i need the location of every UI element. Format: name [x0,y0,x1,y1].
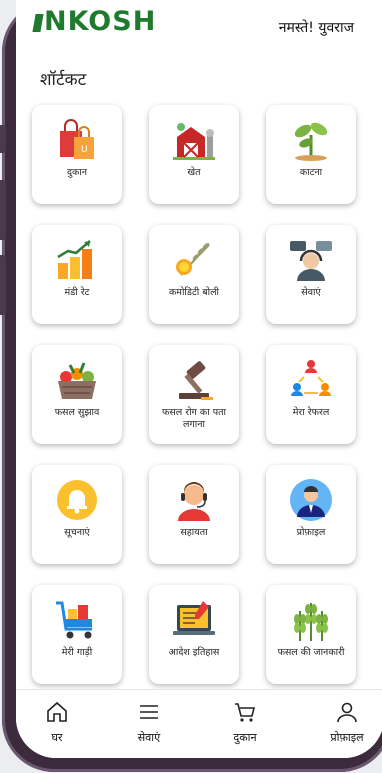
shortcut-harvest[interactable]: काटना [266,105,356,204]
volume-down-button [0,255,6,315]
shortcut-services[interactable]: सेवाएं [266,225,356,324]
user-icon [337,702,357,723]
market-rate-chart-icon [57,240,92,279]
nav-home[interactable]: घर [22,700,92,745]
nav-shop[interactable]: दुकान [210,700,280,745]
nav-services[interactable]: सेवाएं [114,700,184,745]
logo-mark-icon [32,13,44,32]
shortcut-profile[interactable]: प्रोफ़ाइल [266,465,356,564]
commodity-grain-icon [176,243,210,276]
nav-profile[interactable]: प्रोफ़ाइल [312,700,382,745]
wheat-icon [294,603,328,641]
plant-sprout-icon [294,122,328,161]
volume-up-button [0,180,6,240]
phone-frame: NKOSH नमस्ते! युवराज शॉर्टकट U दुकान खेत… [0,0,382,772]
referral-network-icon [291,360,331,396]
support-agent-icon [290,241,332,281]
shortcut-crop-suggestion[interactable]: फसल सुझाव [32,345,122,444]
shortcut-my-cart[interactable]: मेरी गाड़ी [32,585,122,684]
gavel-icon [179,361,213,400]
shortcut-commodity-bid[interactable]: कमोडिटी बोली [149,225,239,324]
profile-avatar-icon [290,479,332,521]
bell-icon [57,480,97,520]
svg-text:U: U [81,145,88,155]
shortcut-my-referral[interactable]: मेरा रेफरल [266,345,356,444]
home-icon [47,701,67,722]
shopping-bag-icon: U [60,119,94,159]
order-history-icon [173,601,215,635]
shortcut-help[interactable]: सहायता [149,465,239,564]
cart-icon [235,703,256,722]
bottom-nav: घर सेवाएं दुकान प्रोफ़ाइल [16,689,382,758]
barn-icon [173,123,215,160]
app-logo: NKOSH [32,6,156,37]
shortcut-notifications[interactable]: सूचनाएं [32,465,122,564]
shortcut-shop[interactable]: U दुकान [32,105,122,204]
shortcut-farm[interactable]: खेत [149,105,239,204]
app-screen: NKOSH नमस्ते! युवराज शॉर्टकट U दुकान खेत… [16,0,382,758]
shortcut-crop-info[interactable]: फसल की जानकारी [266,585,356,684]
top-bar: NKOSH नमस्ते! युवराज [16,0,382,50]
shortcut-mandi-rate[interactable]: मंडी रेट [32,225,122,324]
shopping-cart-icon [56,601,92,639]
shortcut-crop-disease-detection[interactable]: फसल रोग का पता लगाना [149,345,239,444]
greeting-text: नमस्ते! युवराज [278,20,354,36]
section-title: शॉर्टकट [40,70,87,90]
headset-agent-icon [178,482,210,521]
shortcut-order-history[interactable]: आदेश इतिहास [149,585,239,684]
side-button [0,125,6,153]
menu-icon [140,705,158,719]
vegetable-basket-icon [58,362,96,399]
